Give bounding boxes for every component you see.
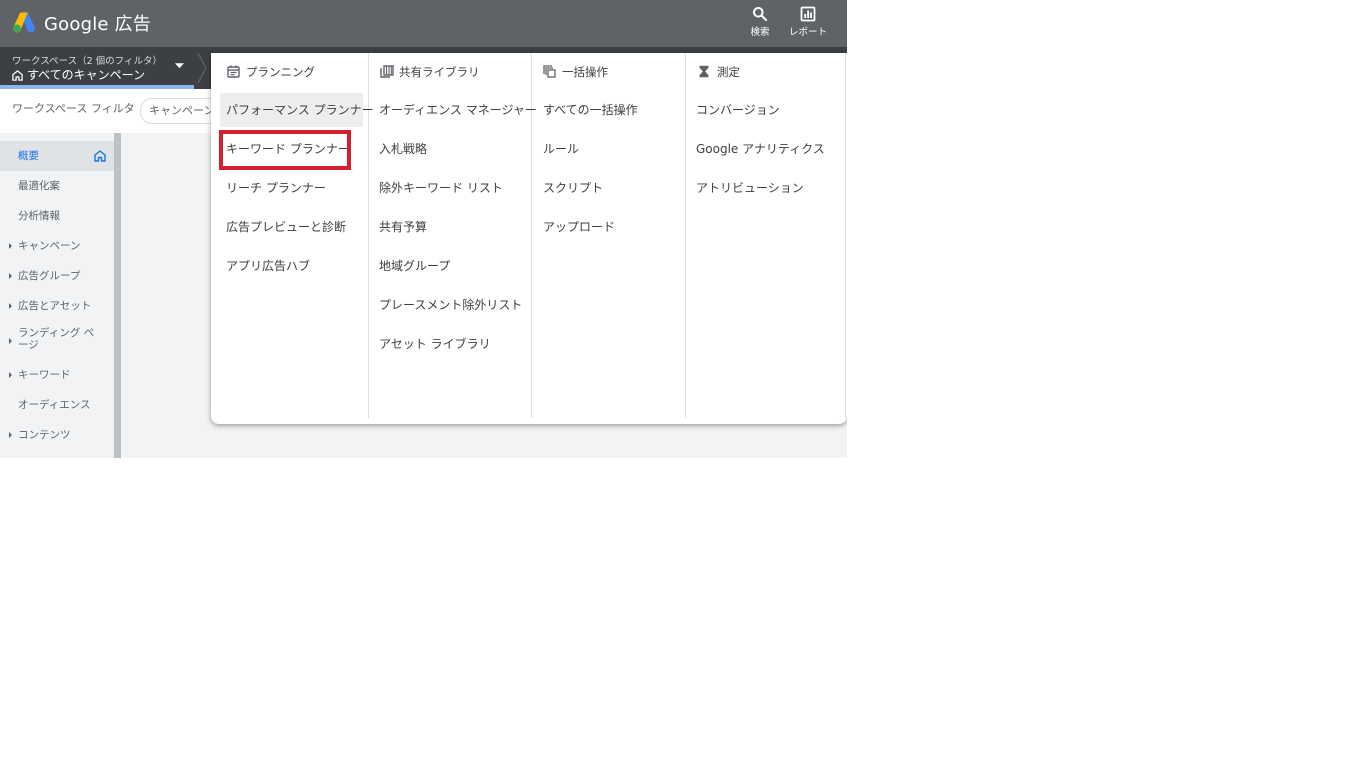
menu-column-shared-library: 共有ライブラリ オーディエンス マネージャー 入札戦略 除外キーワード リスト … bbox=[368, 53, 537, 418]
sidebar-item-label: オーディエンス bbox=[18, 399, 91, 411]
search-button[interactable]: 検索 bbox=[734, 4, 786, 42]
menu-heading-label: プランニング bbox=[246, 65, 315, 79]
sidebar-item-insights[interactable]: 分析情報 bbox=[0, 201, 114, 231]
sidebar-item-label: キャンペーン bbox=[18, 240, 81, 252]
sidebar-item-campaigns[interactable]: キャンペーン bbox=[0, 231, 114, 261]
sidebar-scrollbar[interactable] bbox=[114, 133, 121, 458]
menu-item-rules[interactable]: ルール bbox=[543, 132, 683, 166]
sidebar-item-label: コンテンツ bbox=[18, 429, 71, 441]
menu-item-bid-strategies[interactable]: 入札戦略 bbox=[379, 132, 529, 166]
menu-item-audience-manager[interactable]: オーディエンス マネージャー bbox=[379, 93, 537, 127]
sidebar-item-label: 概要 bbox=[18, 150, 39, 162]
menu-item-scripts[interactable]: スクリプト bbox=[543, 171, 683, 205]
expand-arrow-icon bbox=[9, 273, 12, 279]
sidebar-item-content[interactable]: コンテンツ bbox=[0, 420, 114, 450]
breadcrumb-chevron-icon bbox=[197, 53, 207, 83]
expand-arrow-icon bbox=[9, 303, 12, 309]
calendar-icon bbox=[227, 65, 240, 78]
menu-column-measurement: 測定 コンバージョン Google アナリティクス アトリビューション bbox=[685, 53, 846, 418]
dropdown-caret-icon bbox=[175, 63, 184, 69]
home-icon bbox=[94, 150, 106, 162]
expand-arrow-icon bbox=[9, 432, 12, 438]
reports-label: レポート bbox=[788, 27, 827, 38]
workspace-filter-summary: ワークスペース（2 個のフィルタ） bbox=[12, 56, 162, 67]
workspace-selector[interactable]: ワークスペース（2 個のフィルタ） すべてのキャンペーン bbox=[0, 47, 196, 89]
menu-heading-label: 一括操作 bbox=[562, 65, 608, 79]
workspace-filter-label: ワークスペース フィルタ bbox=[12, 102, 135, 115]
google-ads-app: Google 広告 検索 レポート ワークスペース（2 個のフィルタ） すべての… bbox=[0, 0, 847, 458]
menu-item-ad-preview-diagnosis[interactable]: 広告プレビューと診断 bbox=[220, 210, 363, 244]
keyword-planner-highlight bbox=[219, 130, 351, 170]
sidebar-item-label: 最適化案 bbox=[18, 180, 60, 192]
menu-column-bulk-actions: 一括操作 すべての一括操作 ルール スクリプト アップロード bbox=[531, 53, 686, 418]
menu-item-reach-planner[interactable]: リーチ プランナー bbox=[220, 171, 363, 205]
sidebar-nav: 概要 最適化案 分析情報 キャンペーン 広告グループ 広告とアセット ランディン… bbox=[0, 133, 114, 458]
menu-item-attribution[interactable]: アトリビューション bbox=[696, 171, 841, 205]
google-ads-logo-icon bbox=[13, 12, 35, 33]
sidebar-item-landing-pages[interactable]: ランディング ページ bbox=[0, 321, 114, 361]
top-header: Google 広告 検索 レポート bbox=[0, 0, 847, 47]
menu-item-location-groups[interactable]: 地域グループ bbox=[379, 249, 529, 283]
sidebar-item-recommendations[interactable]: 最適化案 bbox=[0, 171, 114, 201]
sidebar-item-label: ランディング ページ bbox=[18, 327, 95, 351]
library-icon bbox=[380, 65, 394, 78]
menu-heading-label: 測定 bbox=[717, 65, 740, 79]
menu-column-planning: プランニング パフォーマンス プランナー キーワード プランナー リーチ プラン… bbox=[211, 53, 374, 418]
search-icon bbox=[753, 7, 768, 22]
menu-item-placement-exclusion-lists[interactable]: プレースメント除外リスト bbox=[379, 288, 529, 322]
sidebar-item-ad-groups[interactable]: 広告グループ bbox=[0, 261, 114, 291]
expand-arrow-icon bbox=[9, 243, 12, 249]
expand-arrow-icon bbox=[9, 338, 12, 344]
sidebar-item-label: 広告とアセット bbox=[18, 300, 92, 312]
sidebar-item-ads-assets[interactable]: 広告とアセット bbox=[0, 291, 114, 321]
workspace-selected: すべてのキャンペーン bbox=[12, 66, 145, 83]
tools-menu: プランニング パフォーマンス プランナー キーワード プランナー リーチ プラン… bbox=[211, 53, 847, 424]
menu-item-google-analytics[interactable]: Google アナリティクス bbox=[696, 132, 841, 166]
product-name: Google 広告 bbox=[44, 14, 151, 35]
menu-heading-label: 共有ライブラリ bbox=[399, 65, 480, 79]
menu-item-uploads[interactable]: アップロード bbox=[543, 210, 683, 244]
sidebar-item-overview[interactable]: 概要 bbox=[0, 141, 114, 171]
bulk-copy-icon bbox=[543, 65, 556, 78]
expand-arrow-icon bbox=[9, 372, 12, 378]
menu-item-app-ads-hub[interactable]: アプリ広告ハブ bbox=[220, 249, 363, 283]
sidebar-item-label: 広告グループ bbox=[18, 270, 81, 282]
menu-item-performance-planner[interactable]: パフォーマンス プランナー bbox=[220, 93, 374, 127]
workspace-selected-label: すべてのキャンペーン bbox=[27, 68, 146, 82]
menu-item-all-bulk-actions[interactable]: すべての一括操作 bbox=[543, 93, 683, 127]
menu-item-conversions[interactable]: コンバージョン bbox=[696, 93, 841, 127]
hourglass-icon bbox=[699, 65, 709, 78]
menu-item-asset-library[interactable]: アセット ライブラリ bbox=[379, 327, 529, 361]
sidebar-item-keywords[interactable]: キーワード bbox=[0, 360, 114, 390]
reports-button[interactable]: レポート bbox=[782, 4, 834, 42]
sidebar-item-audiences[interactable]: オーディエンス bbox=[0, 390, 114, 420]
reports-icon bbox=[800, 6, 816, 22]
sidebar-item-label: キーワード bbox=[18, 369, 71, 381]
menu-item-shared-budgets[interactable]: 共有予算 bbox=[379, 210, 529, 244]
search-label: 検索 bbox=[750, 27, 770, 38]
menu-item-negative-keyword-lists[interactable]: 除外キーワード リスト bbox=[379, 171, 529, 205]
home-icon bbox=[12, 70, 23, 81]
sidebar-item-label: 分析情報 bbox=[18, 210, 60, 222]
